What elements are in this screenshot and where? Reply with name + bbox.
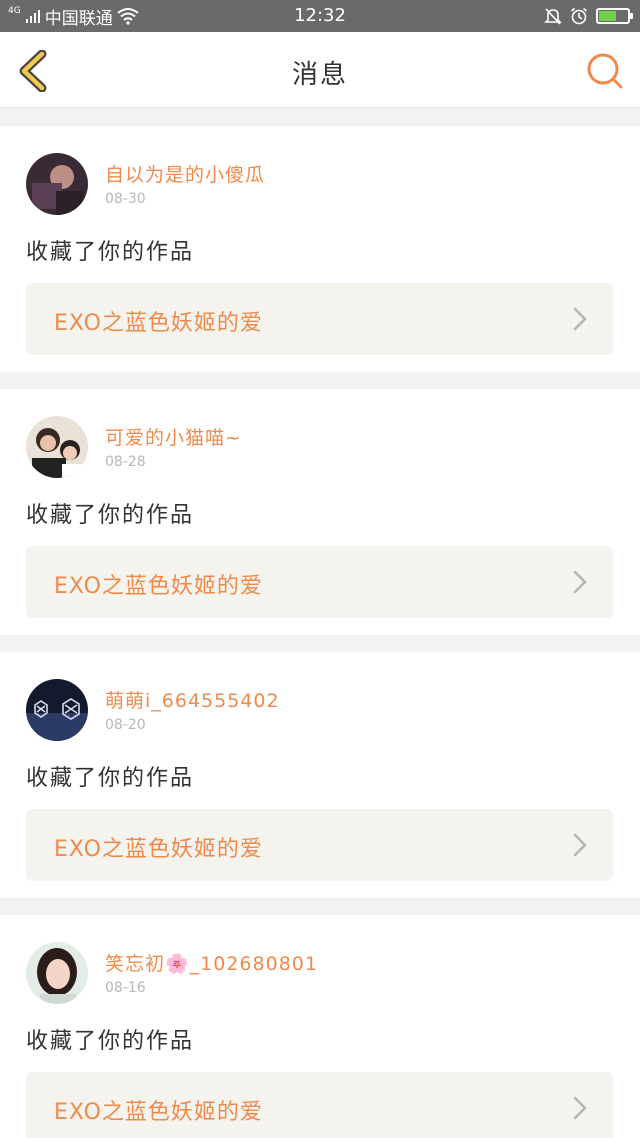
message-action: 收藏了你的作品 bbox=[26, 240, 195, 265]
chevron-right-icon bbox=[573, 307, 587, 331]
status-right bbox=[544, 5, 633, 27]
avatar[interactable] bbox=[26, 416, 88, 478]
chevron-right-icon bbox=[573, 570, 587, 594]
header: 消息 bbox=[0, 32, 640, 108]
chevron-right-icon bbox=[573, 1096, 587, 1120]
message-date: 08-16 bbox=[105, 980, 146, 996]
message-action: 收藏了你的作品 bbox=[26, 503, 195, 528]
work-link[interactable]: EXO之蓝色妖姬的爱 bbox=[26, 1072, 613, 1138]
message-card: 萌萌i_664555402 08-20 收藏了你的作品 EXO之蓝色妖姬的爱 bbox=[0, 652, 640, 898]
message-card: 可爱的小猫喵~ 08-28 收藏了你的作品 EXO之蓝色妖姬的爱 bbox=[0, 389, 640, 635]
avatar[interactable] bbox=[26, 153, 88, 215]
chevron-right-icon bbox=[573, 833, 587, 857]
work-title: EXO之蓝色妖姬的爱 bbox=[54, 1100, 263, 1125]
work-title: EXO之蓝色妖姬的爱 bbox=[54, 837, 263, 862]
status-bar: 4G 中国联通 12:32 bbox=[0, 0, 640, 32]
work-link[interactable]: EXO之蓝色妖姬的爱 bbox=[26, 283, 613, 355]
page-title: 消息 bbox=[291, 60, 348, 90]
work-link[interactable]: EXO之蓝色妖姬的爱 bbox=[26, 546, 613, 618]
username-link[interactable]: 可爱的小猫喵~ bbox=[105, 423, 242, 450]
work-title: EXO之蓝色妖姬的爱 bbox=[54, 311, 263, 336]
username-link[interactable]: 萌萌i_664555402 bbox=[105, 686, 280, 713]
message-action: 收藏了你的作品 bbox=[26, 1029, 195, 1054]
avatar-photo-kids bbox=[26, 416, 88, 478]
avatar[interactable] bbox=[26, 679, 88, 741]
username-link[interactable]: 自以为是的小傻瓜 bbox=[105, 160, 265, 187]
search-icon bbox=[587, 53, 623, 89]
work-link[interactable]: EXO之蓝色妖姬的爱 bbox=[26, 809, 613, 881]
work-title: EXO之蓝色妖姬的爱 bbox=[54, 574, 263, 599]
avatar-exo-logo bbox=[26, 679, 88, 741]
message-date: 08-28 bbox=[105, 454, 146, 470]
avatar-photo-woman bbox=[26, 942, 88, 1004]
message-card: 自以为是的小傻瓜 08-30 收藏了你的作品 EXO之蓝色妖姬的爱 bbox=[0, 126, 640, 372]
bell-muted-icon bbox=[544, 8, 562, 25]
avatar-photo-dark bbox=[26, 153, 88, 215]
username-link[interactable]: 笑忘初🌸_102680801 bbox=[105, 949, 318, 976]
battery-level bbox=[599, 11, 616, 21]
message-action: 收藏了你的作品 bbox=[26, 766, 195, 791]
search-button[interactable] bbox=[586, 52, 624, 90]
message-date: 08-20 bbox=[105, 717, 146, 733]
alarm-icon bbox=[570, 7, 588, 25]
message-card: 笑忘初🌸_102680801 08-16 收藏了你的作品 EXO之蓝色妖姬的爱 bbox=[0, 915, 640, 1138]
avatar[interactable] bbox=[26, 942, 88, 1004]
message-date: 08-30 bbox=[105, 191, 146, 207]
battery-icon bbox=[596, 8, 633, 24]
message-list: 自以为是的小傻瓜 08-30 收藏了你的作品 EXO之蓝色妖姬的爱 可爱的小猫喵… bbox=[0, 126, 640, 1138]
